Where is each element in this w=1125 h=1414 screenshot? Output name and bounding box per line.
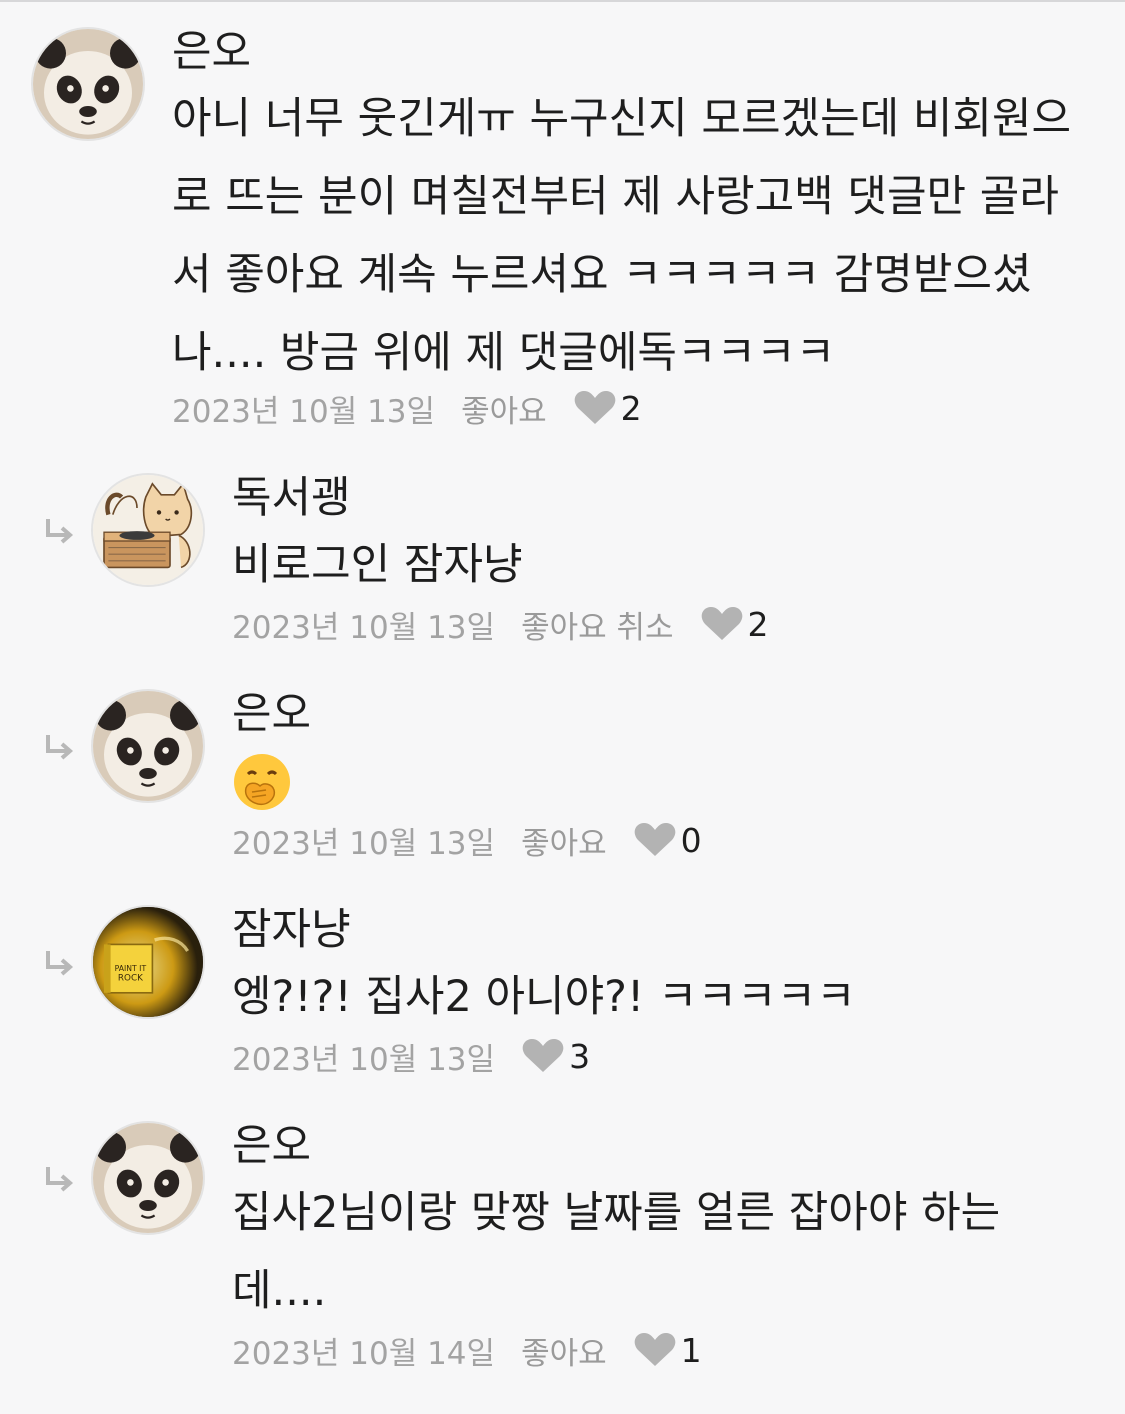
avatar[interactable] [91,473,205,587]
avatar[interactable] [91,1121,205,1235]
like-count: 2 [747,604,769,644]
comment-author[interactable]: 잠자냥 [232,904,351,956]
comment-date: 2023년 10월 13일 [232,1041,496,1078]
comment-text: 집사2님이랑 맞짱 날짜를 얼른 잡아야 하는데.... [232,1188,1001,1316]
heart-icon[interactable] [633,1332,677,1368]
comment-meta: 2023년 10월 13일 좋아요 2 [172,386,642,431]
paint-it-rock-book-icon: PAINT IT ROCK [93,907,203,1017]
comment-author[interactable]: 은오 [172,26,251,78]
comment-meta: 2023년 10월 13일 좋아요 0 [232,818,702,863]
top-divider [0,0,1125,2]
comment-meta: 2023년 10월 13일 3 [232,1036,591,1078]
face-with-hand-over-mouth-icon [232,752,292,812]
panda-icon [93,691,203,801]
like-count: 0 [680,820,702,860]
svg-text:ROCK: ROCK [118,974,143,984]
comment-text: 비로그인 잠자냥 [232,540,523,590]
avatar[interactable] [91,689,205,803]
heart-icon[interactable] [633,822,677,858]
panda-icon [93,1123,203,1233]
comment-date: 2023년 10월 14일 [232,1335,496,1372]
heart-icon[interactable] [521,1038,565,1074]
avatar[interactable] [31,27,145,141]
comment-date: 2023년 10월 13일 [172,393,436,430]
svg-text:PAINT IT: PAINT IT [115,964,147,973]
heart-icon[interactable] [573,390,617,426]
like-count: 1 [680,1330,702,1370]
comment-text: 엥?!?! 집사2 아니야?! ㅋㅋㅋㅋㅋ [232,972,856,1022]
unlike-button[interactable]: 좋아요 취소 [521,602,673,647]
like-count: 3 [569,1036,591,1076]
reply-arrow-icon [42,947,76,981]
panda-icon [33,29,143,139]
like-button[interactable]: 좋아요 [521,818,607,863]
comment-author[interactable]: 은오 [232,1120,311,1172]
reply-arrow-icon [42,731,76,765]
heart-icon[interactable] [700,606,744,642]
avatar[interactable]: PAINT IT ROCK [91,905,205,1019]
reply-arrow-icon [42,1163,76,1197]
cat-turntable-icon [93,475,203,585]
comment-date: 2023년 10월 13일 [232,609,496,646]
like-button[interactable]: 좋아요 [461,386,547,431]
like-button[interactable]: 좋아요 [521,1328,607,1373]
comment-text: 아니 너무 웃긴게ㅠ 누구신지 모르겠는데 비회원으로 뜨는 분이 며칠전부터 … [172,94,1072,378]
reply-arrow-icon [42,515,76,549]
comment-meta: 2023년 10월 14일 좋아요 1 [232,1328,702,1373]
like-count: 2 [620,388,642,428]
comment-author[interactable]: 은오 [232,688,311,740]
comment-meta: 2023년 10월 13일 좋아요 취소 2 [232,602,769,647]
comment-date: 2023년 10월 13일 [232,825,496,862]
comment-author[interactable]: 독서괭 [232,472,351,524]
